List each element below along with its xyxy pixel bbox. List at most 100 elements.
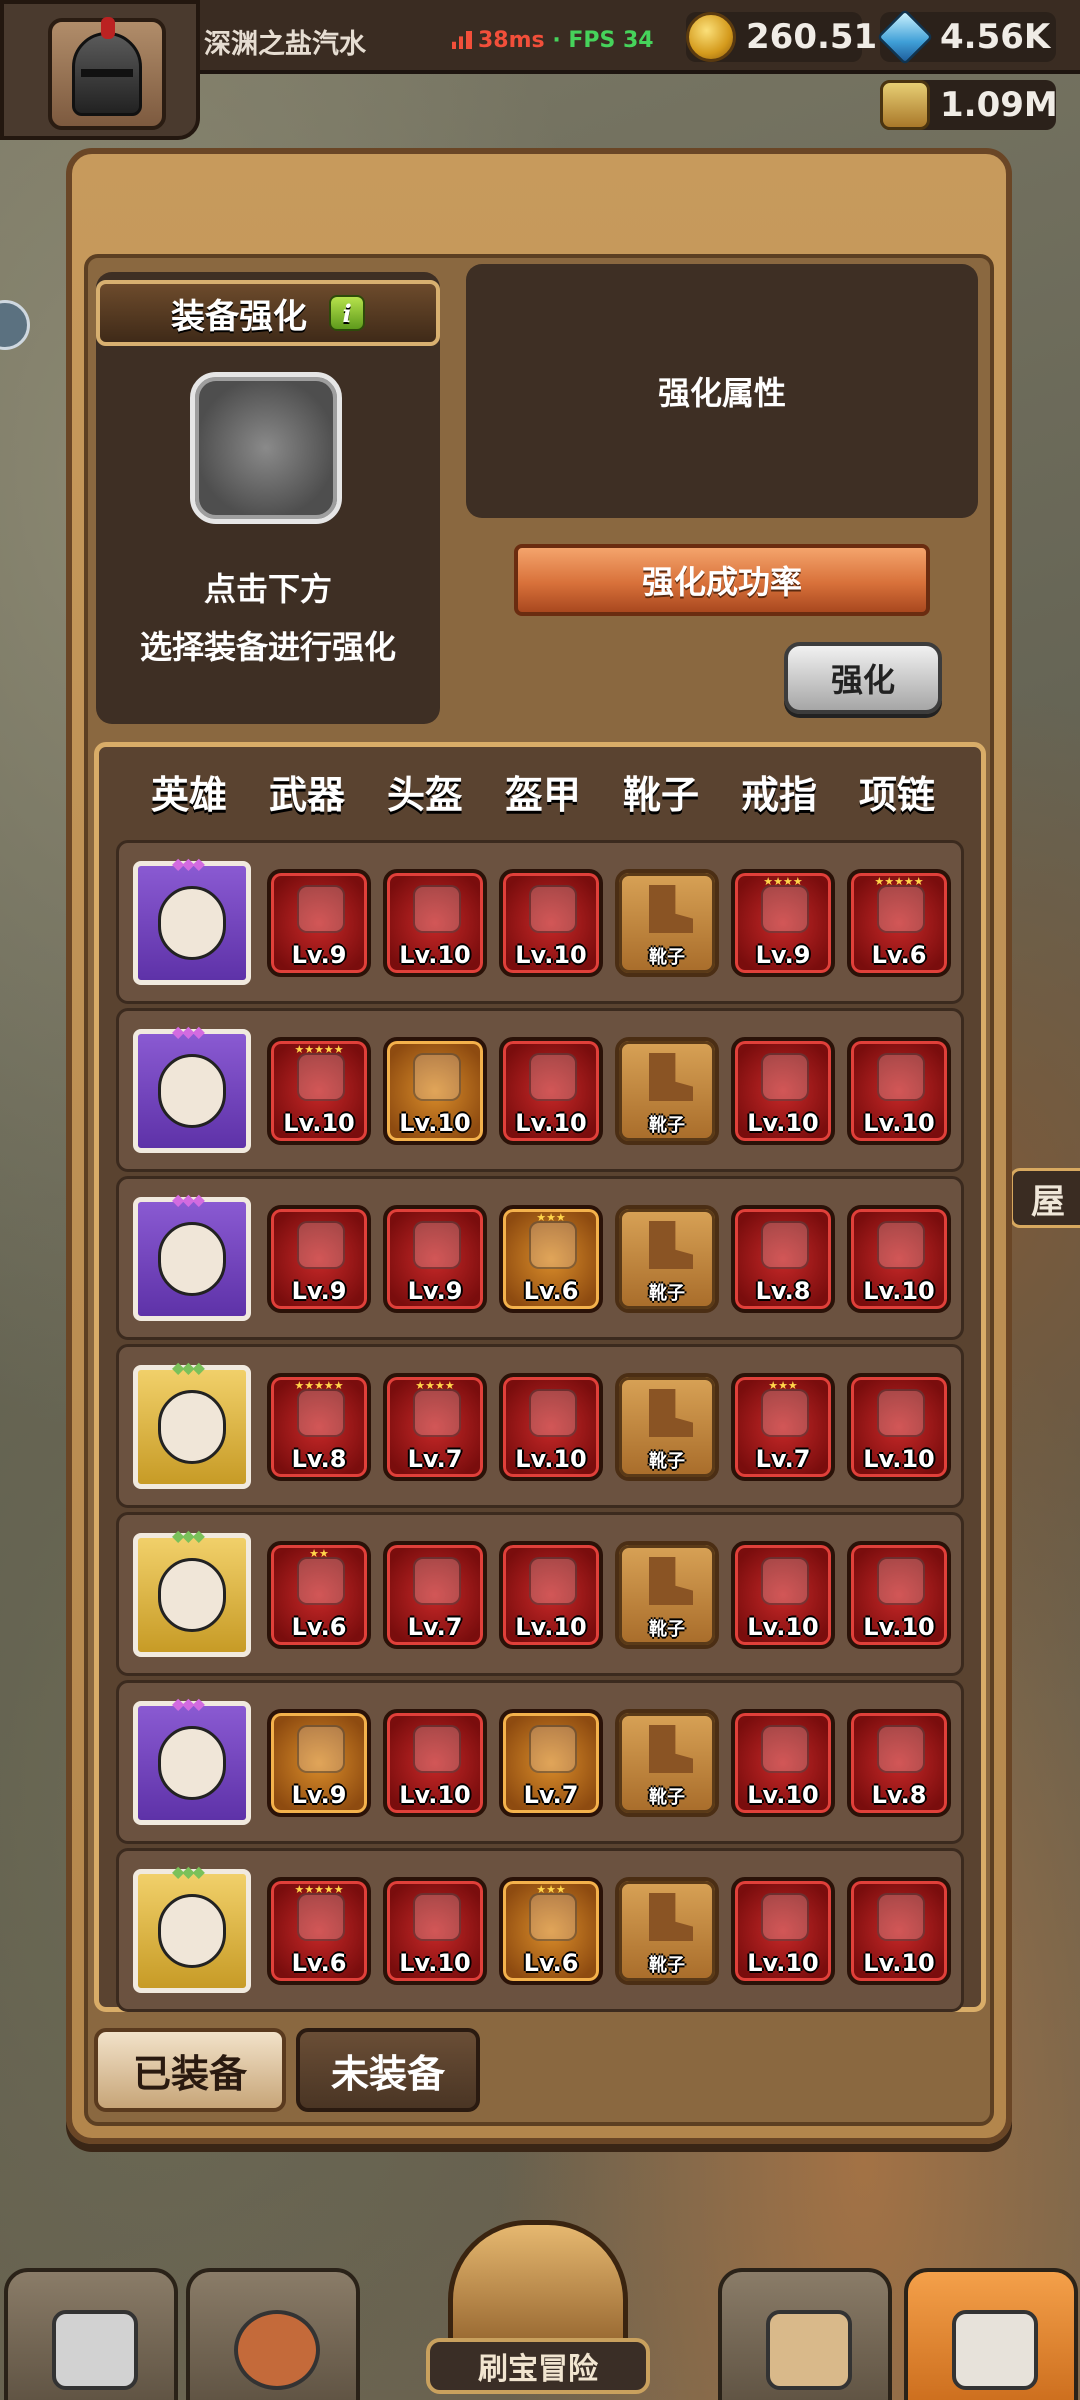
item-helmet[interactable]: Lv.10	[383, 869, 487, 977]
weapon-icon	[297, 1389, 345, 1437]
info-icon[interactable]: i	[329, 295, 365, 331]
item-boots[interactable]: 靴子	[615, 1877, 719, 1985]
hero-portrait[interactable]: ◆◆◆	[133, 854, 251, 985]
potion-counter[interactable]: 1.09M	[880, 80, 1058, 130]
hero-face-icon	[234, 2310, 320, 2390]
tab-equipped[interactable]: 已装备	[94, 2028, 286, 2112]
item-weapon[interactable]: ★★ Lv.6	[267, 1541, 371, 1649]
item-level: Lv.6	[523, 1949, 579, 1977]
nav-heroes[interactable]	[186, 2268, 360, 2400]
item-armor[interactable]: ★★★ Lv.6	[499, 1877, 603, 1985]
item-level: Lv.10	[515, 1613, 587, 1641]
nav-adventure[interactable]: 刷宝冒险	[418, 2220, 658, 2400]
item-weapon[interactable]: ★★★★★ Lv.8	[267, 1373, 371, 1481]
item-weapon[interactable]: Lv.9	[267, 1709, 371, 1817]
item-level: Lv.9	[291, 1277, 347, 1305]
hero-portrait[interactable]: ◆◆◆	[133, 1022, 251, 1153]
helmet-icon	[413, 1221, 461, 1269]
item-necklace[interactable]: Lv.10	[847, 1037, 951, 1145]
item-boots[interactable]: 靴子	[615, 1373, 719, 1481]
item-level: Lv.6	[291, 1613, 347, 1641]
item-necklace[interactable]: Lv.10	[847, 1373, 951, 1481]
item-boots[interactable]: 靴子	[615, 1709, 719, 1817]
armor-icon	[529, 1725, 577, 1773]
item-boots[interactable]: 靴子	[615, 1205, 719, 1313]
player-avatar-frame[interactable]	[0, 0, 200, 140]
item-ring[interactable]: Lv.10	[731, 1877, 835, 1985]
item-armor[interactable]: Lv.10	[499, 1373, 603, 1481]
boot-placeholder-icon	[649, 1053, 693, 1101]
item-helmet[interactable]: Lv.10	[383, 1037, 487, 1145]
hero-portrait[interactable]: ◆◆◆	[133, 1526, 251, 1657]
item-weapon[interactable]: Lv.9	[267, 869, 371, 977]
item-necklace[interactable]: Lv.10	[847, 1541, 951, 1649]
necklace-icon	[877, 1725, 925, 1773]
item-ring[interactable]: ★★★ Lv.7	[731, 1373, 835, 1481]
item-necklace[interactable]: ★★★★★ Lv.6	[847, 869, 951, 977]
item-armor[interactable]: Lv.10	[499, 1037, 603, 1145]
equipment-slot[interactable]	[190, 372, 342, 524]
empty-slot-label: 靴子	[649, 1115, 685, 1136]
table-row: ◆◆◆ ★★ Lv.6 Lv.7 Lv.10 靴子 Lv.10 Lv.10	[116, 1512, 964, 1676]
hero-portrait[interactable]: ◆◆◆	[133, 1358, 251, 1489]
rank-diamonds-icon: ◆◆◆	[172, 854, 205, 873]
item-armor[interactable]: Lv.10	[499, 1541, 603, 1649]
helmet-icon	[413, 1389, 461, 1437]
hero-portrait[interactable]: ◆◆◆	[133, 1694, 251, 1825]
item-stars: ★★★★★	[294, 1379, 344, 1392]
nav-shop[interactable]	[4, 2268, 178, 2400]
item-ring[interactable]: Lv.10	[731, 1541, 835, 1649]
item-helmet[interactable]: Lv.10	[383, 1709, 487, 1817]
empty-slot-label: 靴子	[649, 1451, 685, 1472]
item-ring[interactable]: Lv.8	[731, 1205, 835, 1313]
item-level: Lv.8	[755, 1277, 811, 1305]
potion-jar-icon	[880, 80, 930, 130]
table-row: ◆◆◆ ★★★★★ Lv.8 ★★★★ Lv.7 Lv.10 靴子 ★★★ Lv.7 Lv.10	[116, 1344, 964, 1508]
enhance-button[interactable]: 强化	[784, 642, 942, 714]
item-boots[interactable]: 靴子	[615, 1037, 719, 1145]
hero-portrait[interactable]: ◆◆◆	[133, 1862, 251, 1993]
boot-placeholder-icon	[649, 1725, 693, 1773]
item-weapon[interactable]: ★★★★★ Lv.10	[267, 1037, 371, 1145]
item-necklace[interactable]: Lv.10	[847, 1205, 951, 1313]
item-helmet[interactable]: Lv.9	[383, 1205, 487, 1313]
nav-chest[interactable]	[718, 2268, 892, 2400]
nav-forge[interactable]	[904, 2268, 1078, 2400]
item-necklace[interactable]: Lv.10	[847, 1877, 951, 1985]
hero-portrait[interactable]: ◆◆◆	[133, 1190, 251, 1321]
gem-counter[interactable]: 4.56K	[876, 8, 1056, 66]
weapon-icon	[297, 1893, 345, 1941]
table-row: ◆◆◆ Lv.9 Lv.9 ★★★ Lv.6 靴子 Lv.8 Lv.10	[116, 1176, 964, 1340]
item-armor[interactable]: ★★★ Lv.6	[499, 1205, 603, 1313]
item-weapon[interactable]: Lv.9	[267, 1205, 371, 1313]
item-boots[interactable]: 靴子	[615, 869, 719, 977]
avatar[interactable]	[48, 17, 166, 130]
ring-icon	[761, 885, 809, 933]
item-armor[interactable]: Lv.10	[499, 869, 603, 977]
item-ring[interactable]: Lv.10	[731, 1037, 835, 1145]
item-helmet[interactable]: Lv.10	[383, 1877, 487, 1985]
item-level: Lv.10	[863, 1277, 935, 1305]
item-boots[interactable]: 靴子	[615, 1541, 719, 1649]
item-level: Lv.10	[399, 1109, 471, 1137]
item-necklace[interactable]: Lv.8	[847, 1709, 951, 1817]
item-helmet[interactable]: ★★★★ Lv.7	[383, 1373, 487, 1481]
item-ring[interactable]: ★★★★ Lv.9	[731, 869, 835, 977]
tab-unequipped[interactable]: 未装备	[296, 2028, 480, 2112]
item-stars: ★★	[309, 1547, 329, 1560]
hero-face-icon	[158, 1054, 226, 1128]
rank-diamonds-icon: ◆◆◆	[172, 1190, 205, 1209]
item-helmet[interactable]: Lv.7	[383, 1541, 487, 1649]
item-ring[interactable]: Lv.10	[731, 1709, 835, 1817]
item-armor[interactable]: Lv.7	[499, 1709, 603, 1817]
gold-counter[interactable]: 260.51K	[686, 12, 904, 62]
side-house-button[interactable]: 屋	[1010, 1168, 1080, 1228]
ring-icon	[761, 1389, 809, 1437]
armor-icon	[529, 1389, 577, 1437]
item-level: Lv.10	[747, 1949, 819, 1977]
item-stars: ★★★	[536, 1883, 566, 1896]
item-weapon[interactable]: ★★★★★ Lv.6	[267, 1877, 371, 1985]
enhance-title: 装备强化 i	[96, 280, 440, 346]
item-level: Lv.10	[399, 1949, 471, 1977]
item-stars: ★★★★★	[294, 1043, 344, 1056]
